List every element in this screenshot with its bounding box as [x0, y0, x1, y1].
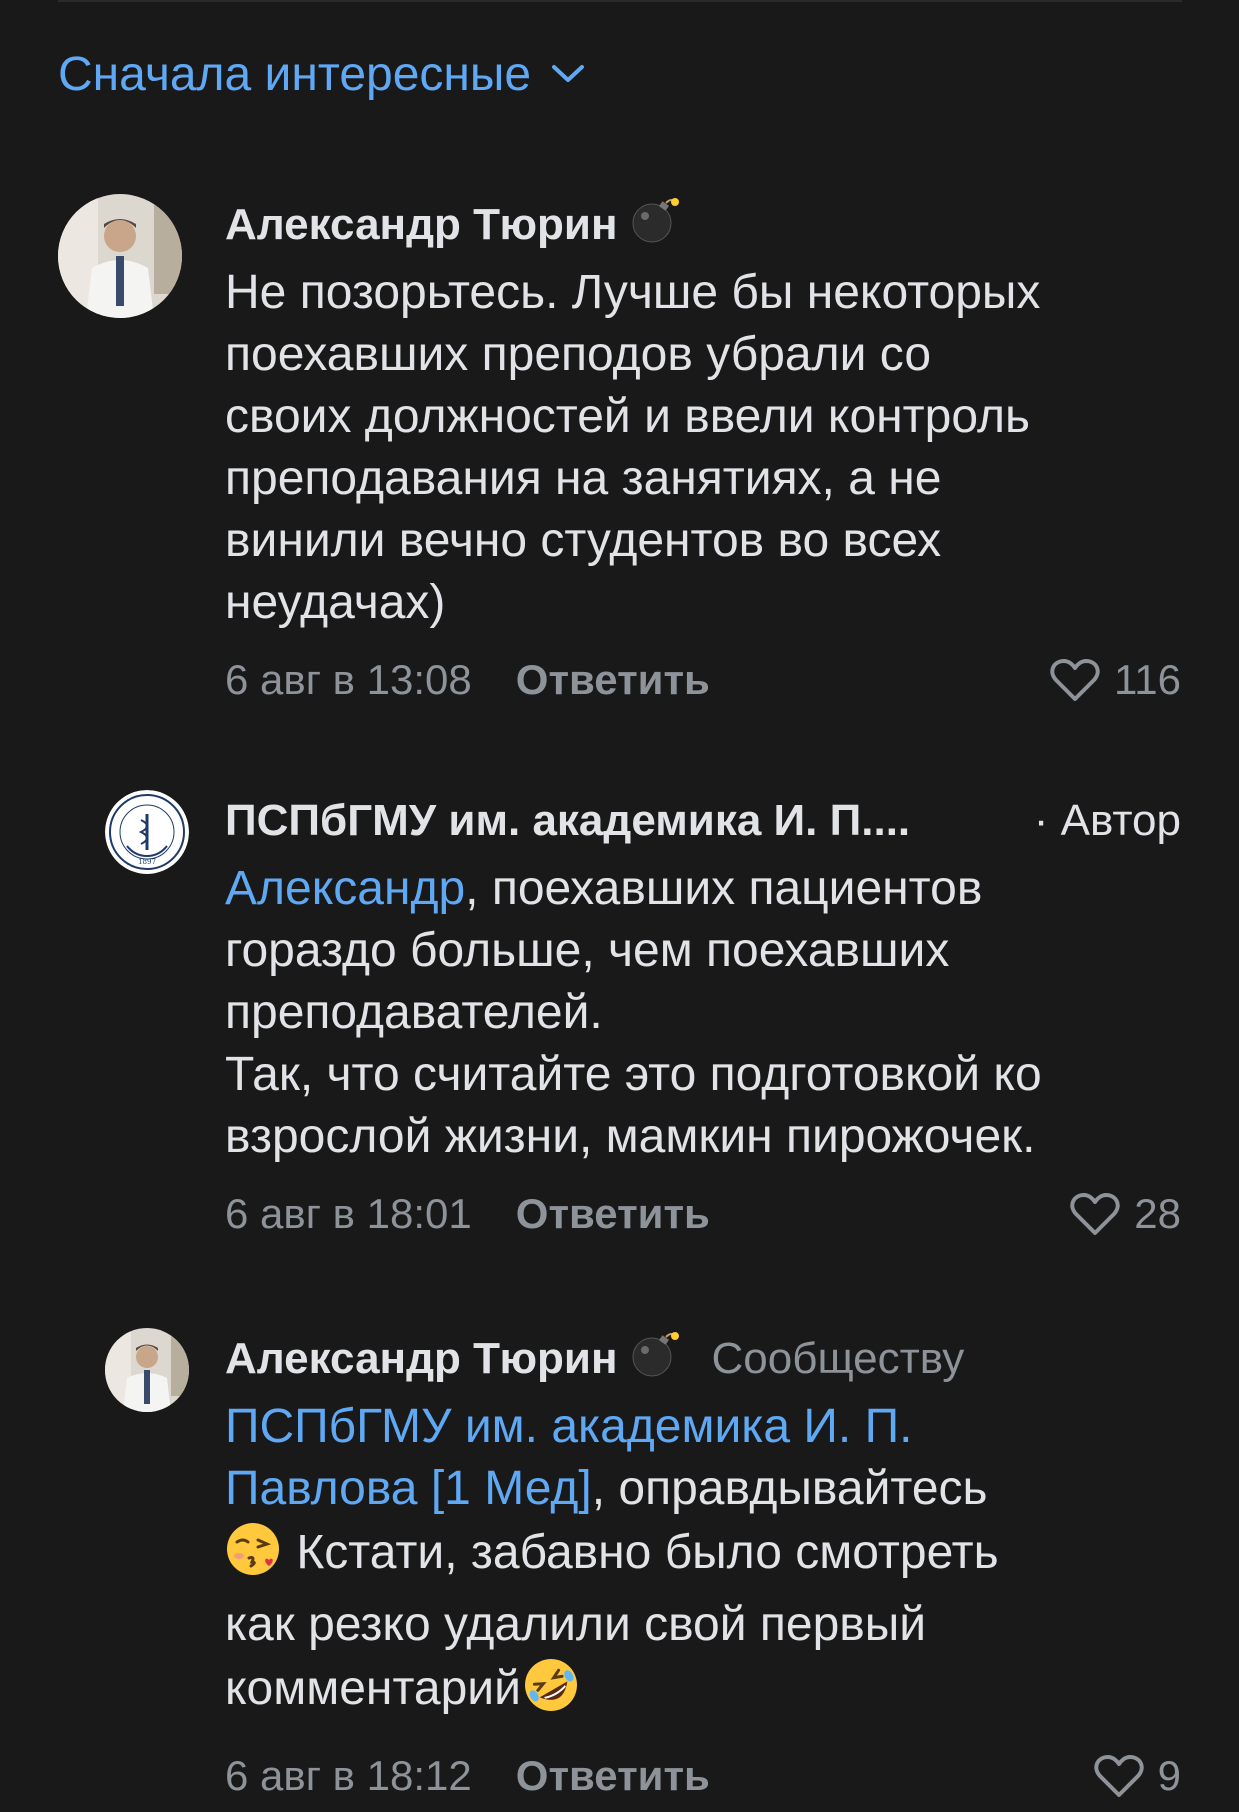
reply-button[interactable]: Ответить [516, 1752, 710, 1800]
comment-date: 6 авг в 13:08 [225, 656, 472, 703]
sort-label: Сначала интересные [58, 47, 532, 101]
reply-button[interactable]: Ответить [516, 656, 710, 704]
avatar[interactable] [105, 1328, 189, 1412]
user-photo-icon [58, 194, 182, 318]
rofl-emoji-icon [521, 1656, 581, 1730]
kiss-emoji-icon [225, 1520, 283, 1594]
bomb-icon [628, 195, 682, 256]
avatar[interactable] [58, 194, 182, 318]
comment-date: 6 авг в 18:12 [225, 1752, 472, 1799]
mention-link[interactable]: Павлова [1 Мед] [225, 1462, 592, 1515]
author-badge: · Автор [1033, 796, 1181, 845]
comment-text: Александр, поехавших пациентов гораздо б… [225, 862, 1042, 1163]
university-logo-icon: 1897 [105, 790, 189, 874]
comment-text: ПСПбГМУ им. академика И. П. Павлова [1 М… [225, 1396, 1181, 1730]
heart-icon [1070, 1193, 1120, 1235]
reply-button[interactable]: Ответить [516, 1190, 710, 1238]
user-photo-icon [105, 1328, 189, 1412]
mention-link[interactable]: Александр [225, 862, 465, 915]
like-button[interactable]: 9 [1094, 1752, 1181, 1800]
heart-icon [1094, 1755, 1144, 1797]
mention-link[interactable]: ПСПбГМУ им. академика И. П. [225, 1400, 912, 1453]
like-button[interactable]: 28 [1070, 1190, 1181, 1238]
like-count: 28 [1134, 1190, 1181, 1237]
comment-author[interactable]: Александр Тюрин [225, 200, 618, 250]
top-divider [58, 0, 1182, 2]
comment-date: 6 авг в 18:01 [225, 1190, 472, 1237]
comment-author[interactable]: Александр Тюрин [225, 1334, 618, 1384]
heart-icon [1050, 659, 1100, 701]
svg-text:1897: 1897 [138, 858, 156, 866]
like-count: 116 [1114, 656, 1181, 703]
comment-text: Не позорьтесь. Лучше бы некоторых поехав… [225, 266, 1041, 629]
reply-target[interactable]: Сообществу [712, 1334, 965, 1384]
bomb-icon [628, 1329, 682, 1390]
avatar[interactable]: 1897 [105, 790, 189, 874]
like-count: 9 [1157, 1752, 1181, 1799]
sort-dropdown[interactable]: Сначала интересные [58, 44, 585, 104]
comment-author[interactable]: ПСПбГМУ им. академика И. П.... [225, 796, 910, 846]
chevron-down-icon [552, 65, 585, 82]
like-button[interactable]: 116 [1050, 656, 1181, 704]
